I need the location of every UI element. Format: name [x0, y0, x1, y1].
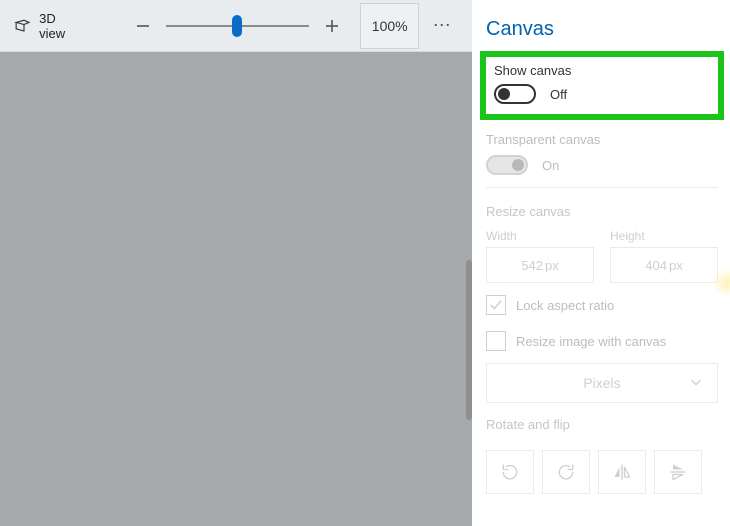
top-toolbar: 3D view 100% ⋯ — [0, 0, 472, 52]
flip-horizontal-button[interactable] — [598, 450, 646, 494]
transparent-canvas-toggle[interactable] — [486, 155, 528, 175]
flip-vertical-icon — [668, 462, 688, 482]
zoom-in-button[interactable] — [315, 9, 348, 43]
zoom-percent-button[interactable]: 100% — [360, 3, 419, 49]
unit-dropdown-value: Pixels — [583, 375, 620, 391]
resize-image-label: Resize image with canvas — [516, 334, 666, 349]
show-canvas-toggle[interactable] — [494, 84, 536, 104]
plus-icon — [324, 18, 340, 34]
more-button[interactable]: ⋯ — [425, 15, 458, 36]
view-3d-button[interactable]: 3D view — [14, 11, 83, 41]
canvas-viewport[interactable] — [0, 52, 472, 526]
transparent-canvas-label: Transparent canvas — [486, 132, 718, 147]
zoom-slider-thumb[interactable] — [232, 15, 242, 37]
width-label: Width — [486, 229, 594, 243]
rotate-ccw-button[interactable] — [486, 450, 534, 494]
view-3d-icon — [14, 17, 31, 35]
zoom-slider[interactable] — [166, 9, 310, 43]
height-input[interactable]: 404px — [610, 247, 718, 283]
show-canvas-state: Off — [550, 87, 567, 102]
minus-icon — [135, 18, 151, 34]
canvas-panel: Canvas Show canvas Off Transparent canva… — [472, 0, 730, 526]
zoom-out-button[interactable] — [127, 9, 160, 43]
width-input[interactable]: 542px — [486, 247, 594, 283]
ellipsis-icon: ⋯ — [433, 15, 451, 36]
show-canvas-section: Show canvas Off — [480, 51, 724, 120]
chevron-down-icon — [689, 375, 703, 392]
panel-title: Canvas — [486, 18, 718, 41]
transparent-canvas-state: On — [542, 158, 559, 173]
unit-dropdown[interactable]: Pixels — [486, 363, 718, 403]
resize-image-checkbox[interactable] — [486, 331, 506, 351]
lock-aspect-checkbox[interactable] — [486, 295, 506, 315]
rotate-ccw-icon — [500, 462, 520, 482]
flip-horizontal-icon — [612, 462, 632, 482]
height-label: Height — [610, 229, 718, 243]
rotate-cw-icon — [556, 462, 576, 482]
view-3d-label: 3D view — [39, 11, 83, 41]
cursor-highlight — [712, 268, 730, 298]
show-canvas-label: Show canvas — [494, 63, 710, 78]
rotate-flip-label: Rotate and flip — [486, 417, 718, 432]
resize-canvas-label: Resize canvas — [486, 204, 718, 219]
flip-vertical-button[interactable] — [654, 450, 702, 494]
checkmark-icon — [489, 298, 503, 312]
lock-aspect-label: Lock aspect ratio — [516, 298, 614, 313]
rotate-cw-button[interactable] — [542, 450, 590, 494]
